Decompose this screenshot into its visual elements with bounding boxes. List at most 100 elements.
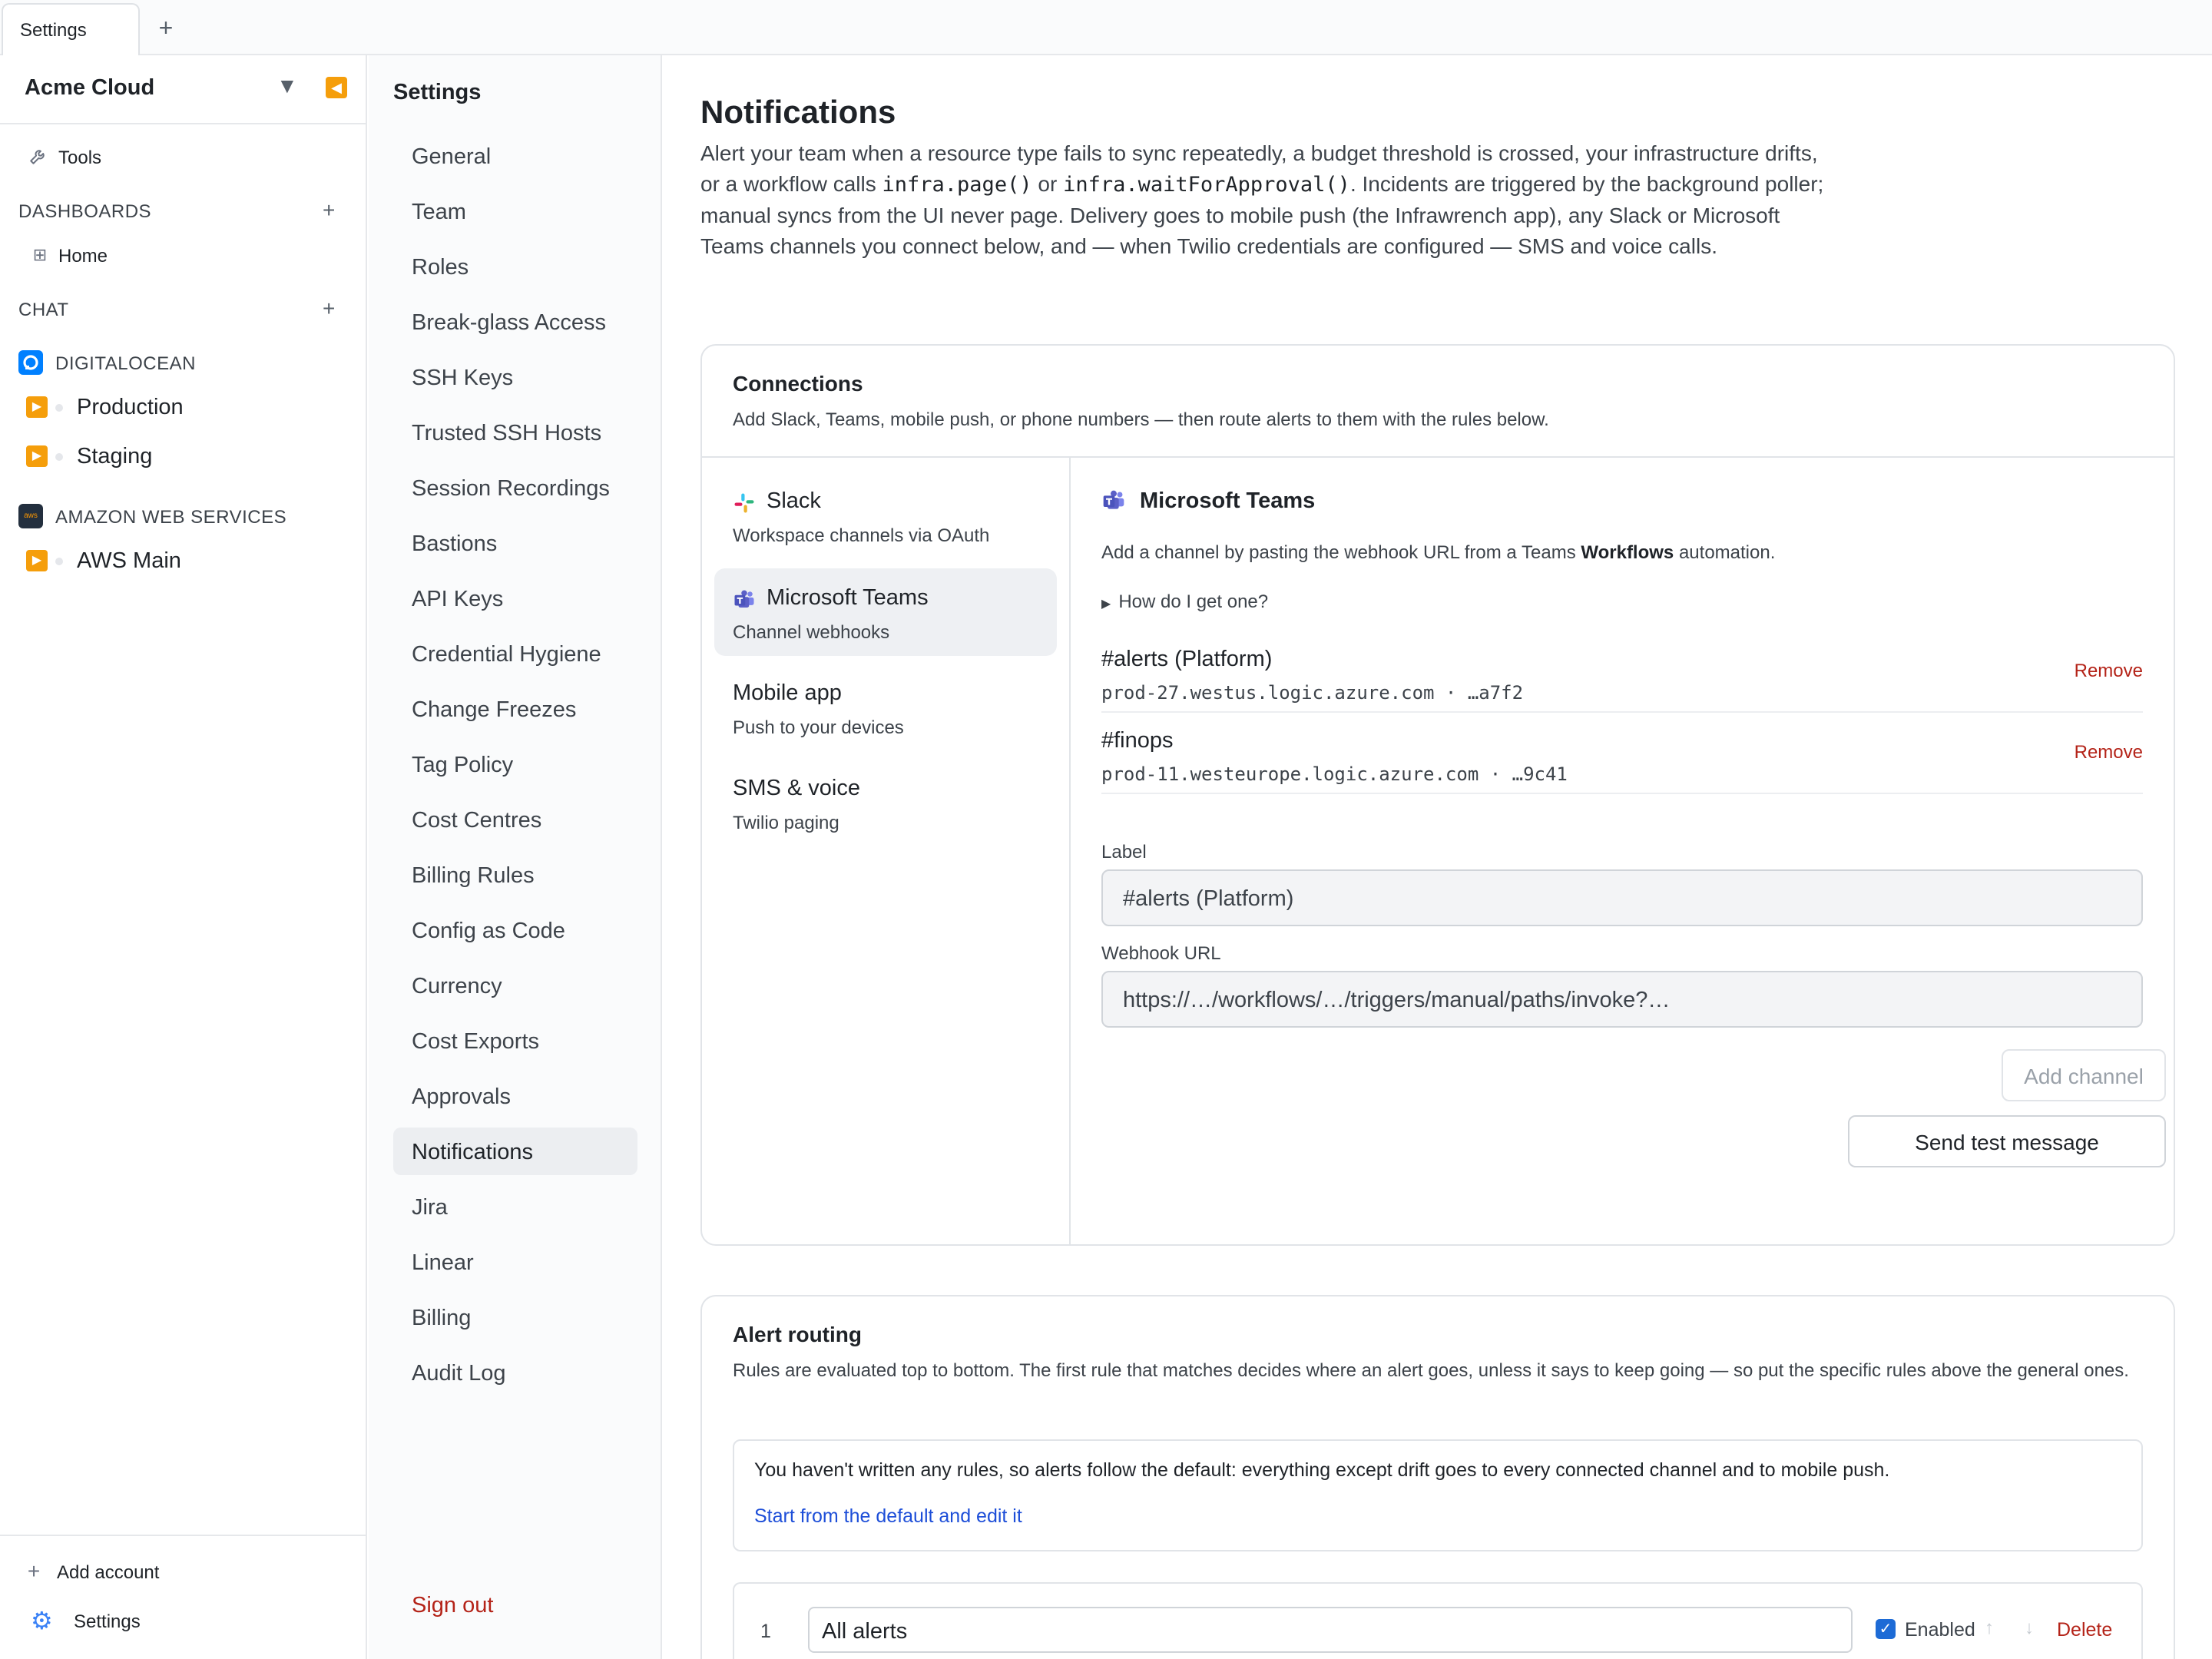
default-rules-text: You haven't written any rules, so alerts… — [754, 1459, 1890, 1481]
triangle-right-icon: ▶ — [1101, 598, 1111, 611]
nav-item-team[interactable]: Team — [393, 187, 637, 235]
play-icon: ▶ — [26, 396, 48, 418]
nav-item-config-as-code[interactable]: Config as Code — [393, 906, 637, 954]
nav-item-bastions[interactable]: Bastions — [393, 519, 637, 567]
add-tab-button[interactable]: + — [151, 11, 181, 45]
nav-item-general[interactable]: General — [393, 132, 637, 180]
nav-item-break-glass-access[interactable]: Break-glass Access — [393, 298, 637, 346]
nav-item-label: Cost Centres — [412, 808, 542, 833]
nav-item-label: Session Recordings — [412, 476, 610, 501]
channel-microsoft-teams[interactable]: Microsoft Teams Channel webhooks — [714, 568, 1057, 656]
nav-item-trusted-ssh-hosts[interactable]: Trusted SSH Hosts — [393, 409, 637, 456]
rule-row: 1 All alerts ✓ Enabled ↑ ↓ Delete — [733, 1582, 2143, 1659]
remove-channel-button[interactable]: Remove — [2075, 661, 2143, 682]
play-icon: ▶ — [26, 445, 48, 467]
account-production[interactable]: ▶ Production — [26, 387, 349, 424]
label-field-label: Label — [1101, 842, 1147, 863]
add-account-button[interactable]: + Add account — [0, 1553, 367, 1590]
nav-item-notifications[interactable]: Notifications — [393, 1128, 637, 1175]
channel-slack[interactable]: Slack Workspace channels via OAuth — [714, 472, 1057, 559]
account-staging[interactable]: ▶ Staging — [26, 436, 349, 473]
sidebar-item-home[interactable]: ⊞ Home — [0, 237, 367, 273]
nav-item-label: Bastions — [412, 531, 498, 556]
sidebar-item-tools[interactable]: Tools — [0, 138, 367, 175]
account-label: Production — [77, 395, 184, 419]
nav-item-api-keys[interactable]: API Keys — [393, 575, 637, 622]
page-title: Notifications — [700, 94, 896, 130]
how-to-disclosure[interactable]: ▶ How do I get one? — [1101, 591, 1268, 613]
sidebar-item-settings[interactable]: ⚙ Settings — [0, 1602, 367, 1639]
settings-nav: Settings General Team Roles Break-glass Acc… — [369, 55, 662, 1659]
account-aws-main[interactable]: ▶ AWS Main — [26, 541, 349, 578]
nav-item-session-recordings[interactable]: Session Recordings — [393, 464, 637, 512]
nav-item-tag-policy[interactable]: Tag Policy — [393, 740, 637, 788]
nav-item-audit-log[interactable]: Audit Log — [393, 1349, 637, 1396]
add-chat-button[interactable]: + — [323, 296, 335, 321]
tab-settings[interactable]: Settings — [2, 3, 140, 55]
home-grid-icon: ⊞ — [32, 245, 48, 264]
nav-item-credential-hygiene[interactable]: Credential Hygiene — [393, 630, 637, 677]
play-icon: ▶ — [26, 550, 48, 571]
nav-item-ssh-keys[interactable]: SSH Keys — [393, 353, 637, 401]
remove-channel-button[interactable]: Remove — [2075, 742, 2143, 763]
sign-out-link[interactable]: Sign out — [412, 1593, 493, 1618]
channel-mobile-app[interactable]: Mobile app Push to your devices — [714, 664, 1057, 751]
sidebar: Acme Cloud ▼ ◀ Tools DASHBOARDS + ⊞ Home… — [0, 55, 367, 1659]
page-intro: Alert your team when a resource type fai… — [700, 141, 1824, 258]
move-down-icon[interactable]: ↓ — [2025, 1618, 2034, 1639]
channel-sms-voice[interactable]: SMS & voice Twilio paging — [714, 759, 1057, 846]
webhook-url-input[interactable]: https://…/workflows/…/triggers/manual/pa… — [1101, 971, 2143, 1028]
nav-item-label: Trusted SSH Hosts — [412, 421, 602, 445]
add-channel-button[interactable]: Add channel — [2002, 1049, 2166, 1101]
caret-down-icon[interactable]: ▼ — [276, 74, 298, 98]
provider-label: AMAZON WEB SERVICES — [55, 507, 287, 528]
nav-item-label: Team — [412, 200, 466, 224]
move-up-icon[interactable]: ↑ — [1985, 1618, 1994, 1639]
label-input[interactable]: #alerts (Platform) — [1101, 869, 2143, 926]
nav-item-label: SSH Keys — [412, 366, 514, 390]
nav-item-label: Config as Code — [412, 919, 565, 943]
nav-item-currency[interactable]: Currency — [393, 962, 637, 1009]
brand-name[interactable]: Acme Cloud — [25, 75, 154, 101]
channel-desc: Workspace channels via OAuth — [733, 525, 990, 546]
provider-aws[interactable]: aws AMAZON WEB SERVICES — [18, 501, 356, 531]
collapse-icon[interactable]: ◀ — [326, 77, 347, 98]
delete-rule-button[interactable]: Delete — [2057, 1619, 2112, 1641]
aws-logo-icon: aws — [18, 504, 43, 528]
nav-item-billing[interactable]: Billing — [393, 1293, 637, 1341]
nav-item-cost-exports[interactable]: Cost Exports — [393, 1017, 637, 1065]
status-dot — [55, 404, 63, 412]
connections-title: Connections — [733, 372, 863, 396]
main-content: Notifications Alert your team when a res… — [664, 55, 2212, 1659]
code-snippet: infra.page() — [882, 173, 1032, 197]
account-label: AWS Main — [77, 548, 181, 573]
nav-item-roles[interactable]: Roles — [393, 243, 637, 290]
send-test-message-button[interactable]: Send test message — [1848, 1115, 2166, 1167]
start-from-default-link[interactable]: Start from the default and edit it — [754, 1505, 1022, 1528]
nav-item-linear[interactable]: Linear — [393, 1238, 637, 1286]
dashboards-section-label: DASHBOARDS — [18, 201, 152, 222]
teams-icon — [734, 590, 754, 608]
divider — [0, 1535, 367, 1536]
nav-item-cost-centres[interactable]: Cost Centres — [393, 796, 637, 843]
default-rules-notice: You haven't written any rules, so alerts… — [733, 1439, 2143, 1551]
alert-routing-title: Alert routing — [733, 1323, 862, 1346]
rule-name-input[interactable]: All alerts — [808, 1607, 1853, 1653]
nav-item-billing-rules[interactable]: Billing Rules — [393, 851, 637, 899]
nav-item-label: General — [412, 144, 492, 169]
nav-item-jira[interactable]: Jira — [393, 1183, 637, 1230]
rule-enabled-checkbox[interactable]: ✓ — [1876, 1619, 1896, 1639]
provider-digitalocean[interactable]: DIGITALOCEAN — [18, 347, 356, 378]
provider-label: DIGITALOCEAN — [55, 353, 196, 374]
nav-item-change-freezes[interactable]: Change Freezes — [393, 685, 637, 733]
teams-icon — [1103, 490, 1124, 509]
add-dashboard-button[interactable]: + — [323, 198, 335, 223]
panel-title: Microsoft Teams — [1140, 488, 1316, 513]
connections-subtitle: Add Slack, Teams, mobile push, or phone … — [733, 409, 1549, 430]
nav-item-label: API Keys — [412, 587, 504, 611]
channel-name: Mobile app — [733, 680, 842, 705]
nav-item-label: Change Freezes — [412, 697, 577, 722]
connected-channel-name: #finops — [1101, 728, 1174, 753]
nav-item-approvals[interactable]: Approvals — [393, 1072, 637, 1120]
divider — [0, 123, 367, 124]
